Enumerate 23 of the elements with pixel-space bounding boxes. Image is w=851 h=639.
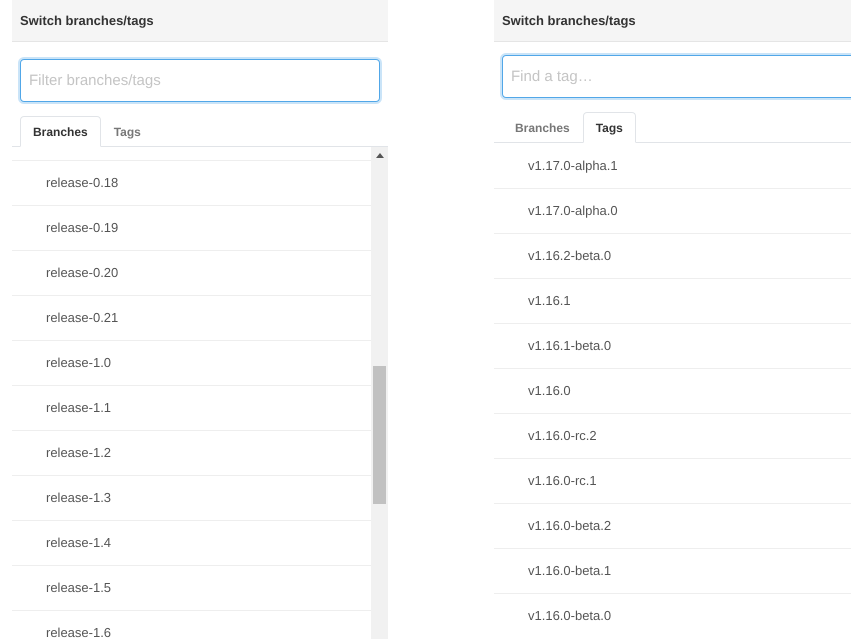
- tab[interactable]: Branches: [502, 112, 583, 143]
- branch-item[interactable]: v1.17.0-alpha.1: [494, 143, 851, 188]
- branch-item[interactable]: v1.16.2-beta.0: [494, 233, 851, 278]
- branch-item[interactable]: v1.16.0-rc.1: [494, 458, 851, 503]
- branch-item[interactable]: v1.16.0-beta.1: [494, 548, 851, 593]
- scrollbar[interactable]: [371, 147, 388, 639]
- scroll-up-icon[interactable]: [376, 153, 384, 158]
- branch-item[interactable]: v1.16.0-rc.2: [494, 413, 851, 458]
- scrollbar-thumb[interactable]: [373, 366, 386, 504]
- branch-item[interactable]: v1.16.0-beta.0: [494, 593, 851, 638]
- branch-item[interactable]: v1.16.0-beta.2: [494, 503, 851, 548]
- branch-item[interactable]: release-1.6: [12, 610, 371, 639]
- branch-item[interactable]: v1.16.1: [494, 278, 851, 323]
- filter-field[interactable]: Filter branches/tags: [20, 59, 380, 102]
- branch-item[interactable]: v1.16.0: [494, 368, 851, 413]
- menu-title: Switch branches/tags: [502, 12, 636, 30]
- branch-item[interactable]: v1.17.0-alpha.0: [494, 188, 851, 233]
- tab[interactable]: Tags: [582, 112, 636, 143]
- filter-field[interactable]: Find a tag…: [502, 55, 851, 98]
- branch-item[interactable]: v1.16.1-beta.0: [494, 323, 851, 368]
- tab[interactable]: Branches: [20, 116, 101, 147]
- menu-title: Switch branches/tags: [20, 12, 154, 30]
- tab[interactable]: Tags: [100, 116, 154, 147]
